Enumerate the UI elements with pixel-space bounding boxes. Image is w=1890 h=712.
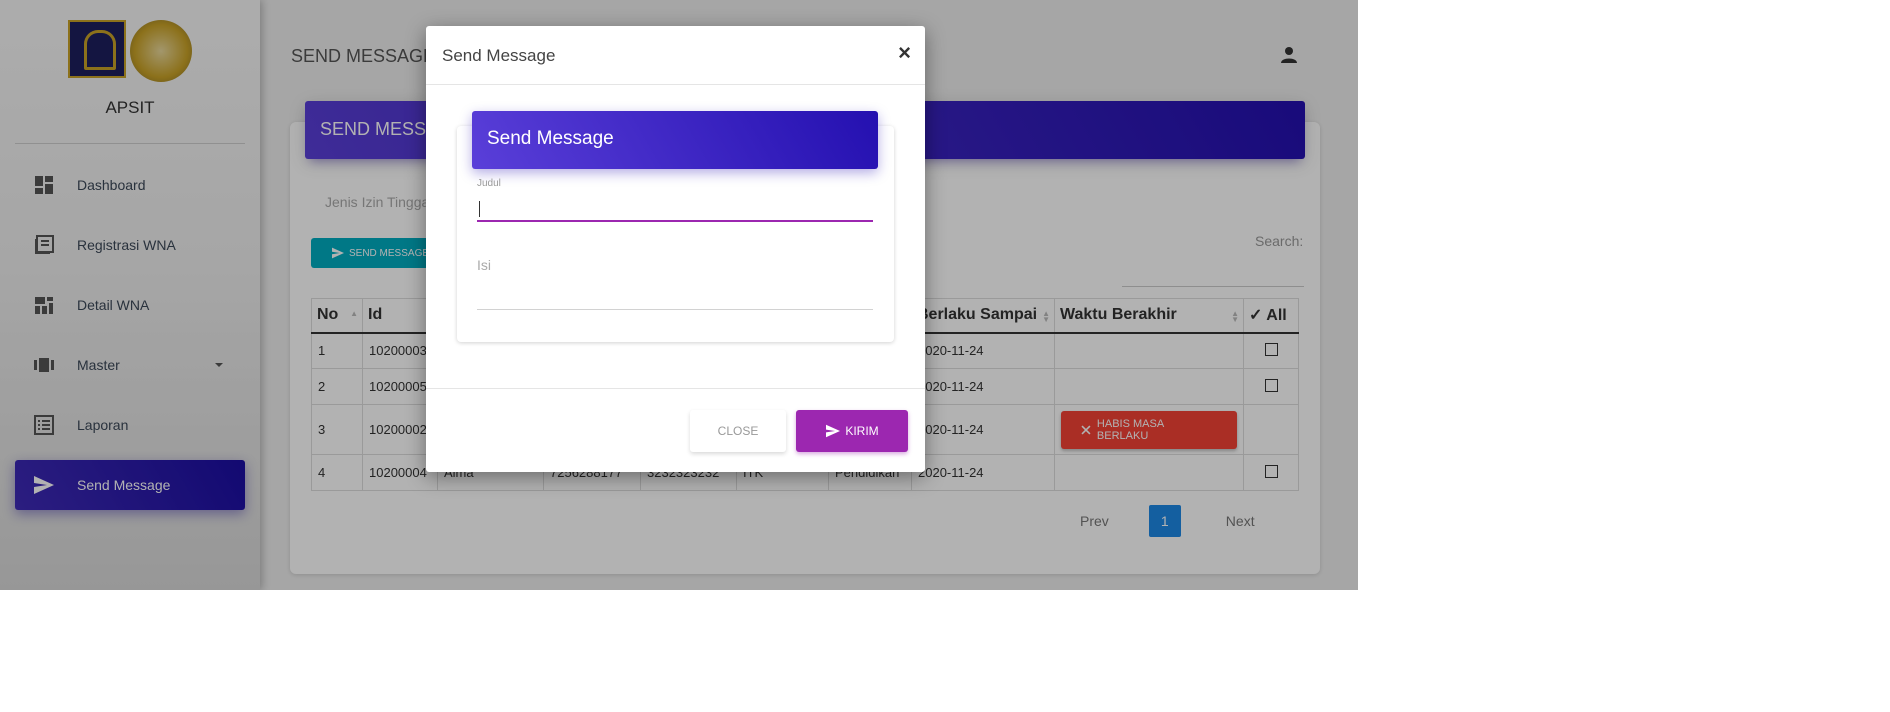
modal-close-icon[interactable]: × [898,40,911,66]
judul-label: Judul [477,178,501,189]
message-form-header: Send Message [472,111,878,169]
send-message-modal: Send Message × Send Message Judul Isi CL… [426,26,925,472]
kirim-button[interactable]: KIRIM [796,410,908,452]
kirim-button-label: KIRIM [845,424,879,438]
modal-footer-divider [426,388,925,389]
app-root: APSIT Dashboard Registrasi WNA Detail WN… [0,0,1358,590]
isi-label: Isi [477,257,491,273]
isi-textarea[interactable] [477,276,873,310]
modal-divider [426,84,925,85]
close-button[interactable]: CLOSE [690,410,786,452]
send-icon [826,424,841,438]
text-caret [479,201,480,217]
modal-title: Send Message [442,46,556,65]
judul-input[interactable] [477,192,873,222]
